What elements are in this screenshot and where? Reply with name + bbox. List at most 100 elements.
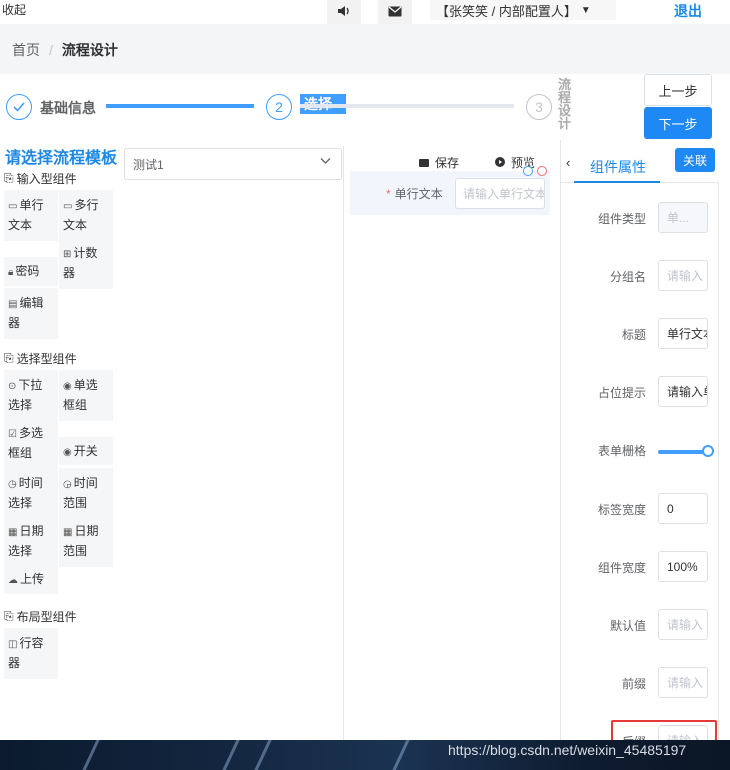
canvas-field-label: * 单行文本 [386,187,443,201]
lock-icon: 🔒︎ [8,267,14,278]
form-grid-slider-handle[interactable] [702,445,714,457]
mail-button[interactable] [378,0,412,24]
link-button[interactable]: 关联 [675,148,715,172]
upload-icon: ☁ [8,575,18,586]
component-time-range[interactable]: ◶ 时间范围 [59,468,113,519]
prop-label-component-width: 组件宽度 [597,561,646,575]
prop-label-label-width: 标签宽度 [597,503,646,517]
group-title-select: ⎘ 选择型组件 [4,351,77,366]
chevron-down-icon [320,156,331,168]
component-multi-line-text[interactable]: ▭ 多行文本 [59,190,113,241]
next-step-button[interactable]: 下一步 [644,107,712,139]
template-select[interactable]: 测试1 [124,148,342,180]
group-title-layout: ⎘ 布局型组件 [4,609,77,624]
group-title-input: ⎘ 输入型组件 [4,171,77,186]
component-counter[interactable]: ⊞ 计数器 [59,238,113,289]
save-icon [419,156,429,170]
right-panel-divider [560,140,561,740]
play-icon [495,156,505,170]
calendar-icon: ▦ [8,527,18,538]
prop-input-title[interactable]: 单行文本 [658,318,708,349]
tab-active-indicator [574,181,660,183]
step-1-line [106,104,254,108]
prop-label-default-value: 默认值 [609,619,646,633]
user-label: 【张笑笑 / 内部配置人】 [436,3,577,19]
component-group-icon: ⎘ [4,171,14,185]
step-1-circle [6,94,32,120]
breadcrumb-bar: 首页 / 流程设计 [0,24,730,74]
form-grid-slider[interactable] [658,450,708,454]
step-2-circle: 2 [266,94,292,120]
delete-icon[interactable] [537,166,547,176]
breadcrumb: 首页 / 流程设计 [12,40,118,60]
component-editor[interactable]: ▤ 编辑器 [4,288,58,339]
component-time-select[interactable]: ◷ 时间选择 [4,468,58,519]
steps-bar: 基础信息 2 选择 3 流程设计 上一步 下一步 [0,74,730,140]
prop-label-placeholder: 占位提示 [597,386,646,400]
editor-icon: ▤ [8,299,18,310]
component-upload[interactable]: ☁ 上传 [4,566,58,594]
user-dropdown[interactable]: 【张笑笑 / 内部配置人】 ▼ [430,0,616,20]
prop-input-prefix[interactable]: 请输入 [658,667,708,698]
component-group-icon: ⎘ [4,351,14,365]
component-single-line-text[interactable]: ▭ 单行文本 [4,190,58,241]
prop-input-default-value[interactable]: 请输入 [658,609,708,640]
check-icon [13,99,25,115]
clock-icon: ◷ [8,479,17,490]
component-row-container[interactable]: ◫ 行容器 [4,628,58,679]
collapse-button[interactable]: 收起 [2,1,26,18]
breadcrumb-separator: / [49,42,53,58]
canvas-field-input[interactable]: 请输入单行文本 [455,178,545,209]
speaker-icon [337,5,351,20]
logout-link[interactable]: 退出 [674,1,702,21]
date-range-icon: ▦ [63,527,73,538]
select-icon: ⊙ [8,381,17,392]
mail-icon [388,5,402,20]
textarea-icon: ▭ [63,201,73,212]
prev-step-button[interactable]: 上一步 [644,74,712,106]
step-3-title: 流程设计 [558,77,572,131]
step-1-title: 基础信息 [40,100,96,116]
component-group-icon: ⎘ [4,609,14,623]
component-switch[interactable]: ◉ 开关 [59,437,113,465]
top-header: 收起 【张笑笑 / 内部配置人】 ▼ 退出 [0,0,730,24]
copy-icon[interactable] [523,166,533,176]
save-button[interactable]: 保存 [419,154,459,171]
tab-component-props[interactable]: 组件属性 [590,157,646,177]
component-checkbox-group[interactable]: ☑ 多选框组 [4,418,58,469]
radio-icon: ◉ [63,381,72,392]
scrollbar[interactable] [718,182,719,740]
step-2-line [300,104,514,108]
template-title: 请选择流程模板 [5,150,118,167]
row-container-icon: ◫ [8,639,18,650]
canvas-divider [343,146,344,740]
switch-icon: ◉ [63,447,72,458]
prop-input-label-width[interactable]: 0 [658,493,708,524]
prop-input-placeholder[interactable]: 请输入单行文本 [658,376,708,407]
component-date-select[interactable]: ▦ 日期选择 [4,516,58,567]
component-password[interactable]: 🔒︎ 密码 [4,257,58,286]
chevron-left-icon[interactable]: ‹ [566,155,570,170]
component-radio-group[interactable]: ◉ 单选框组 [59,370,113,421]
prop-input-component-width[interactable]: 100% [658,551,708,582]
step-3-circle: 3 [526,94,552,120]
checkbox-icon: ☑ [8,429,17,440]
counter-icon: ⊞ [63,249,72,260]
prop-label-group-name: 分组名 [609,270,646,284]
speaker-button[interactable] [327,0,361,24]
template-select-value: 测试1 [133,157,164,172]
component-dropdown-select[interactable]: ⊙ 下拉选择 [4,370,58,421]
canvas-form-item[interactable]: * 单行文本 请输入单行文本 [350,171,550,215]
caret-down-icon: ▼ [580,4,591,16]
prop-label-component-type: 组件类型 [597,212,646,226]
time-range-icon: ◶ [63,479,72,490]
input-icon: ▭ [8,201,18,212]
prop-input-component-type: 单... [658,202,708,233]
prop-label-prefix: 前缀 [621,677,646,691]
breadcrumb-current: 流程设计 [61,42,118,58]
component-date-range[interactable]: ▦ 日期范围 [59,516,113,567]
breadcrumb-home[interactable]: 首页 [12,42,40,58]
watermark-text: https://blog.csdn.net/weixin_45485197 [448,742,687,758]
prop-input-group-name[interactable]: 请输入 [658,260,708,291]
prop-label-form-grid: 表单栅格 [597,444,646,458]
